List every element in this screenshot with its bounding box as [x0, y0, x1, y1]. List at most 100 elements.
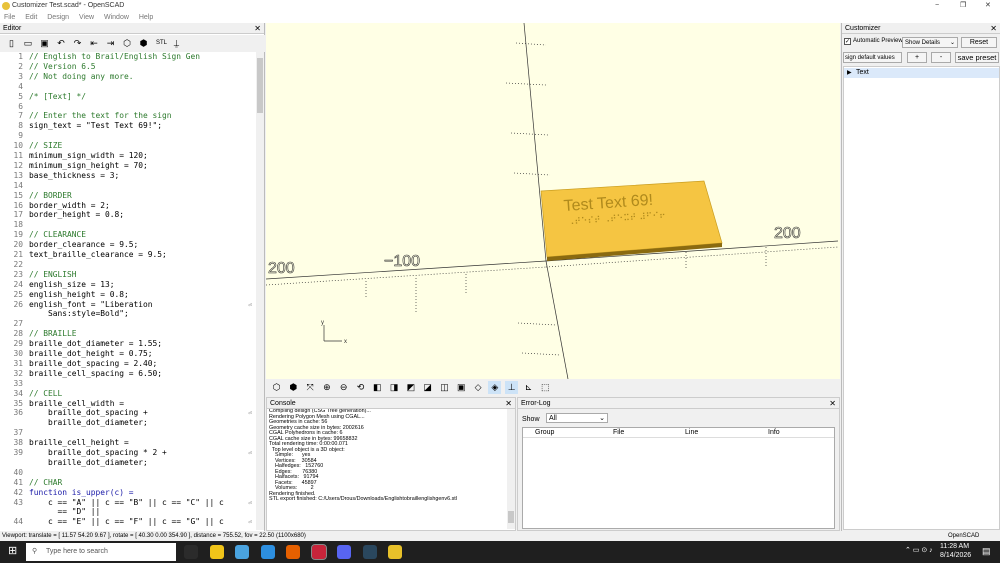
- code-line[interactable]: // Not doing any more.: [29, 72, 134, 82]
- indent-icon[interactable]: ⇥: [105, 38, 116, 49]
- code-line[interactable]: // CELL: [29, 389, 62, 399]
- code-line[interactable]: border_clearance = 9.5;: [29, 240, 138, 250]
- customizer-close-button[interactable]: ✕: [990, 23, 997, 34]
- editor-scrollbar[interactable]: [256, 52, 264, 530]
- code-line[interactable]: english_size = 13;: [29, 280, 115, 290]
- view-back-icon[interactable]: ▣: [455, 381, 468, 394]
- render-icon[interactable]: ⬢: [287, 381, 300, 394]
- taskbar-search[interactable]: ⚲ Type here to search: [26, 543, 176, 561]
- code-line[interactable]: border_height = 0.8;: [29, 210, 124, 220]
- 3d-viewport[interactable]: 200 −100 200 Test Text 69! ⠠⠞⠑⠎⠞ ⠠⠞⠑⠭⠞ ⠼…: [266, 23, 840, 379]
- save-preset-button[interactable]: save preset: [955, 52, 999, 63]
- code-line[interactable]: // Version 6.5: [29, 62, 96, 72]
- show-edges-icon[interactable]: ⬚: [539, 381, 552, 394]
- menu-help[interactable]: Help: [139, 14, 153, 21]
- zoom-out-icon[interactable]: ⊖: [337, 381, 350, 394]
- code-line[interactable]: border_width = 2;: [29, 201, 110, 211]
- code-line[interactable]: braille_cell_width =: [29, 399, 124, 409]
- maximize-button[interactable]: ❐: [960, 0, 966, 12]
- editor-close-button[interactable]: ✕: [254, 23, 261, 34]
- code-line[interactable]: // ENGLISH: [29, 270, 77, 280]
- code-line[interactable]: == "D" ||: [29, 507, 101, 517]
- file-explorer-icon[interactable]: [209, 545, 224, 559]
- preview-icon[interactable]: ⬡: [122, 38, 133, 49]
- remove-preset-button[interactable]: -: [931, 52, 951, 63]
- menu-design[interactable]: Design: [47, 14, 69, 21]
- open-folder-icon[interactable]: ▭: [23, 38, 34, 49]
- windows-start-icon[interactable]: ⊞: [8, 546, 17, 557]
- console-scrollbar[interactable]: [507, 409, 515, 529]
- orthogonal-icon[interactable]: ◈: [488, 381, 502, 394]
- send-to-print-icon[interactable]: ⍊: [171, 38, 182, 49]
- code-line[interactable]: braille_dot_diameter;: [29, 418, 148, 428]
- code-line[interactable]: braille_dot_height = 0.75;: [29, 349, 153, 359]
- menu-edit[interactable]: Edit: [25, 14, 37, 21]
- view-front-icon[interactable]: ◫: [438, 381, 451, 394]
- render-icon[interactable]: ⬢: [138, 38, 149, 49]
- code-line[interactable]: // Enter the text for the sign: [29, 111, 172, 121]
- view-all-icon[interactable]: ⤧: [304, 381, 317, 394]
- column-group[interactable]: Group: [535, 429, 554, 436]
- code-line[interactable]: /* [Text] */: [29, 92, 86, 102]
- export-stl-icon[interactable]: STL: [155, 38, 169, 49]
- code-line[interactable]: c == "E" || c == "F" || c == "G" || c: [29, 517, 224, 527]
- task-view-icon[interactable]: [184, 545, 198, 559]
- code-line[interactable]: braille_cell_spacing = 6.50;: [29, 369, 162, 379]
- edge-icon[interactable]: [260, 545, 275, 559]
- menu-view[interactable]: View: [79, 14, 94, 21]
- code-line[interactable]: braille_dot_spacing * 2 +: [29, 448, 167, 458]
- new-file-icon[interactable]: ▯: [6, 38, 17, 49]
- column-info[interactable]: Info: [768, 429, 780, 436]
- zoom-in-icon[interactable]: ⊕: [320, 381, 333, 394]
- code-line[interactable]: base_thickness = 3;: [29, 171, 119, 181]
- view-bottom-icon[interactable]: ◩: [404, 381, 417, 394]
- code-line[interactable]: braille_dot_diameter = 1.55;: [29, 339, 162, 349]
- show-scale-icon[interactable]: ⊾: [522, 381, 535, 394]
- auto-preview-checkbox[interactable]: ✓: [844, 38, 851, 45]
- code-line[interactable]: sign_text = "Test Text 69!";: [29, 121, 162, 131]
- unindent-icon[interactable]: ⇤: [89, 38, 100, 49]
- preview-icon[interactable]: ⬡: [270, 381, 283, 394]
- undo-icon[interactable]: ↶: [56, 38, 67, 49]
- preset-select[interactable]: sign default values: [843, 52, 902, 63]
- show-axes-icon[interactable]: ⊥: [505, 381, 519, 394]
- scrollbar-thumb[interactable]: [257, 58, 263, 113]
- close-button[interactable]: ✕: [985, 0, 991, 12]
- view-right-icon[interactable]: ◧: [371, 381, 384, 394]
- code-line[interactable]: braille_dot_spacing +: [29, 408, 148, 418]
- column-line[interactable]: Line: [685, 429, 698, 436]
- code-line[interactable]: minimum_sign_width = 120;: [29, 151, 148, 161]
- perspective-icon[interactable]: ◇: [472, 381, 485, 394]
- console-close-button[interactable]: ✕: [505, 398, 512, 409]
- clock-date[interactable]: 8/14/2026: [940, 552, 971, 559]
- code-line[interactable]: text_braille_clearance = 9.5;: [29, 250, 167, 260]
- column-file[interactable]: File: [613, 429, 624, 436]
- code-line[interactable]: braille_dot_spacing = 2.40;: [29, 359, 157, 369]
- code-line[interactable]: function is_upper(c) =: [29, 488, 134, 498]
- clock-time[interactable]: 11:28 AM: [940, 543, 969, 550]
- code-line[interactable]: // BORDER: [29, 191, 72, 201]
- menu-file[interactable]: File: [4, 14, 15, 21]
- tray-icons[interactable]: ⌃ ▭ ⊙ ♪: [905, 546, 933, 554]
- code-line[interactable]: // SIZE: [29, 141, 62, 151]
- notification-icon[interactable]: ▤: [982, 546, 991, 557]
- steam-icon[interactable]: [362, 545, 377, 559]
- code-line[interactable]: Sans:style=Bold";: [29, 309, 129, 319]
- code-line[interactable]: // English to Brail/English Sign Gen: [29, 52, 200, 62]
- discord-icon[interactable]: [337, 545, 351, 559]
- view-left-icon[interactable]: ◪: [421, 381, 434, 394]
- chrome-icon[interactable]: [388, 545, 402, 559]
- code-line[interactable]: english_font = "Liberation: [29, 300, 153, 310]
- reset-view-icon[interactable]: ⟲: [354, 381, 367, 394]
- code-line[interactable]: braille_cell_height =: [29, 438, 129, 448]
- code-line[interactable]: // BRAILLE: [29, 329, 77, 339]
- code-editor[interactable]: 1 // English to Brail/English Sign Gen 2 //…: [0, 52, 255, 530]
- openscad-icon[interactable]: [310, 544, 327, 560]
- minimize-button[interactable]: −: [935, 0, 939, 12]
- code-line[interactable]: c == "A" || c == "B" || c == "C" || c: [29, 498, 224, 508]
- show-details-select[interactable]: Show Details ⌄: [902, 37, 958, 48]
- redo-icon[interactable]: ↷: [72, 38, 83, 49]
- code-line[interactable]: braille_dot_diameter;: [29, 458, 148, 468]
- errorlog-close-button[interactable]: ✕: [829, 398, 836, 409]
- save-icon[interactable]: ▣: [39, 38, 50, 49]
